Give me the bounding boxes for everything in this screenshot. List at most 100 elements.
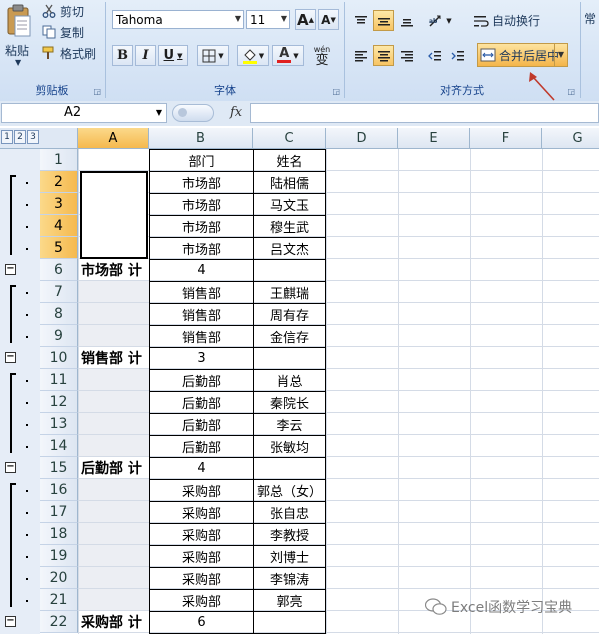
underline-button[interactable]: U ▼ (158, 45, 188, 66)
cell-c19[interactable]: 刘博士 (253, 545, 326, 568)
chevron-down-icon[interactable]: ▼ (156, 108, 162, 117)
row-header[interactable]: 5 (40, 237, 78, 259)
cell-b9[interactable]: 销售部 (149, 325, 254, 348)
cell-c17[interactable]: 张自忠 (253, 501, 326, 524)
align-bottom-button[interactable] (396, 10, 417, 31)
cell-c14[interactable]: 张敏均 (253, 435, 326, 458)
fill-color-button[interactable]: ▼ (237, 45, 269, 66)
phonetic-button[interactable]: wén 变 (307, 42, 337, 70)
grow-font-button[interactable]: A ▲ (295, 9, 316, 30)
cell-a15[interactable]: 后勤部 计 (78, 457, 153, 479)
collapse-group-button[interactable]: − (5, 462, 16, 473)
cell-c8[interactable]: 周有存 (253, 303, 326, 326)
align-top-button[interactable] (350, 10, 371, 31)
orientation-button[interactable]: ab ▼ (424, 10, 456, 31)
outline-level-1[interactable]: 1 (1, 130, 13, 144)
column-header-b[interactable]: B (149, 128, 253, 149)
cell-b17[interactable]: 采购部 (149, 501, 254, 524)
font-name-combo[interactable]: Tahoma ▼ (112, 10, 244, 29)
cell-c3[interactable]: 马文玉 (253, 193, 326, 216)
row-header[interactable]: 2 (40, 171, 78, 193)
dialog-launcher-icon[interactable]: ◲ (93, 87, 101, 96)
row-header[interactable]: 3 (40, 193, 78, 215)
cell-c1[interactable]: 姓名 (253, 149, 326, 172)
cell-c16[interactable]: 郭总（女） (253, 479, 326, 502)
cell-c13[interactable]: 李云 (253, 413, 326, 436)
outline-level-2[interactable]: 2 (14, 130, 26, 144)
cell-b12[interactable]: 后勤部 (149, 391, 254, 414)
paste-button[interactable]: 粘贴 ▼ (2, 4, 36, 67)
cell-b19[interactable]: 采购部 (149, 545, 254, 568)
formula-cancel-enter[interactable] (172, 104, 214, 122)
copy-button[interactable]: 复制 (42, 23, 84, 41)
align-middle-button[interactable] (373, 10, 394, 31)
dialog-launcher-icon[interactable]: ◲ (567, 87, 575, 96)
increase-indent-button[interactable] (447, 45, 468, 66)
cell-a10[interactable]: 销售部 计 (78, 347, 153, 369)
chevron-down-icon[interactable]: ▼ (15, 58, 21, 67)
cell-c21[interactable]: 郭亮 (253, 589, 326, 612)
fx-icon[interactable]: fx (230, 105, 242, 120)
row-header[interactable]: 15 (40, 457, 78, 479)
cell-b18[interactable]: 采购部 (149, 523, 254, 546)
align-center-button[interactable] (373, 45, 394, 66)
cell-b15[interactable]: 4 (149, 457, 254, 480)
row-header[interactable]: 8 (40, 303, 78, 325)
borders-button[interactable]: ▼ (197, 45, 229, 66)
chevron-down-icon[interactable]: ▼ (235, 14, 241, 23)
row-header[interactable]: 10 (40, 347, 78, 369)
cell-b11[interactable]: 后勤部 (149, 369, 254, 392)
dialog-launcher-icon[interactable]: ◲ (332, 87, 340, 96)
shrink-font-button[interactable]: A ▼ (318, 9, 339, 30)
row-header[interactable]: 6 (40, 259, 78, 281)
cell-c5[interactable]: 吕文杰 (253, 237, 326, 260)
name-box[interactable]: A2 ▼ (1, 103, 167, 123)
row-header[interactable]: 19 (40, 545, 78, 567)
cell-a6[interactable]: 市场部 计 (78, 259, 153, 281)
row-header[interactable]: 9 (40, 325, 78, 347)
cell-c18[interactable]: 李教授 (253, 523, 326, 546)
decrease-indent-button[interactable] (424, 45, 445, 66)
cell-c2[interactable]: 陆相儒 (253, 171, 326, 194)
font-color-button[interactable]: A ▼ (272, 45, 304, 66)
align-left-button[interactable] (350, 45, 371, 66)
cell-c20[interactable]: 李锦涛 (253, 567, 326, 590)
cell-c15[interactable] (253, 457, 326, 480)
column-header-g[interactable]: G (542, 128, 599, 149)
cell-b5[interactable]: 市场部 (149, 237, 254, 260)
row-header[interactable]: 11 (40, 369, 78, 391)
row-header[interactable]: 1 (40, 149, 78, 171)
cell-c4[interactable]: 穆生武 (253, 215, 326, 238)
row-header[interactable]: 12 (40, 391, 78, 413)
column-header-c[interactable]: C (253, 128, 326, 149)
cell-b1[interactable]: 部门 (149, 149, 254, 172)
cell-b16[interactable]: 采购部 (149, 479, 254, 502)
cell-c10[interactable] (253, 347, 326, 370)
cell-b2[interactable]: 市场部 (149, 171, 254, 194)
align-right-button[interactable] (396, 45, 417, 66)
outline-level-3[interactable]: 3 (27, 130, 39, 144)
collapse-group-button[interactable]: − (5, 352, 16, 363)
row-header[interactable]: 13 (40, 413, 78, 435)
merge-center-button[interactable]: 合并后居中 ▼ (477, 43, 568, 67)
bold-button[interactable]: B (112, 45, 133, 66)
italic-button[interactable]: I (135, 45, 156, 66)
cell-b10[interactable]: 3 (149, 347, 254, 370)
wrap-text-button[interactable]: 自动换行 (473, 10, 540, 31)
cell-b6[interactable]: 4 (149, 259, 254, 282)
row-header[interactable]: 18 (40, 523, 78, 545)
column-header-d[interactable]: D (326, 128, 398, 149)
chevron-down-icon[interactable]: ▼ (554, 44, 567, 66)
column-header-e[interactable]: E (398, 128, 470, 149)
row-header[interactable]: 16 (40, 479, 78, 501)
row-header[interactable]: 22 (40, 611, 78, 633)
row-header[interactable]: 7 (40, 281, 78, 303)
collapse-group-button[interactable]: − (5, 264, 16, 275)
cell-b21[interactable]: 采购部 (149, 589, 254, 612)
column-header-a[interactable]: A (78, 128, 149, 149)
column-header-f[interactable]: F (470, 128, 542, 149)
cell-b14[interactable]: 后勤部 (149, 435, 254, 458)
row-header[interactable]: 20 (40, 567, 78, 589)
cell-a22[interactable]: 采购部 计 (78, 611, 153, 633)
cell-c22[interactable] (253, 611, 326, 634)
